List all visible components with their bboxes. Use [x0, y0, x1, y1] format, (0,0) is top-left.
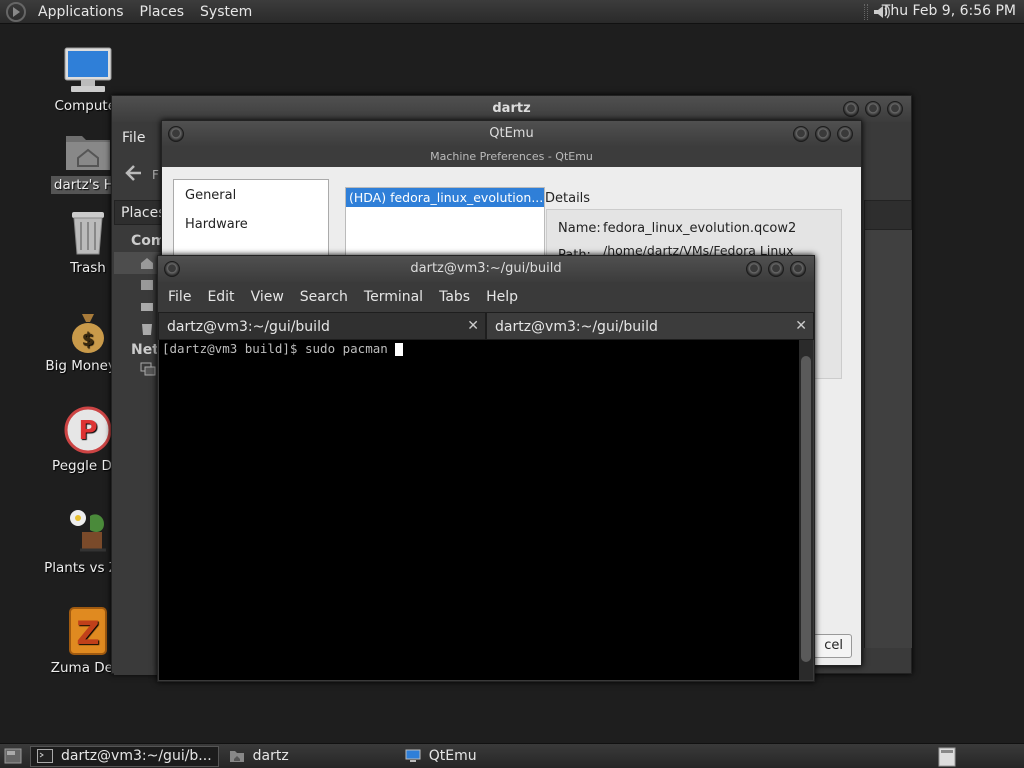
show-desktop-icon[interactable] — [4, 748, 22, 764]
places-menu[interactable]: Places — [132, 4, 193, 20]
terminal-tab-bar: dartz@vm3:~/gui/build ✕ dartz@vm3:~/gui/… — [158, 312, 814, 340]
trash-applet-icon[interactable] — [938, 747, 956, 767]
sidebar-section-computer: Comp — [131, 233, 176, 249]
terminal-tab-1[interactable]: dartz@vm3:~/gui/build ✕ — [158, 312, 486, 340]
taskbar-item-file-manager[interactable]: dartz — [223, 746, 295, 767]
file-manager-titlebar[interactable]: dartz — [112, 96, 911, 122]
sidebar-item-desktop[interactable] — [114, 274, 162, 296]
menu-view[interactable]: View — [243, 289, 292, 305]
applications-menu[interactable]: Applications — [30, 4, 132, 20]
close-button[interactable] — [887, 101, 903, 117]
qtemu-icon — [405, 749, 421, 762]
terminal-titlebar[interactable]: dartz@vm3:~/gui/build — [158, 256, 814, 282]
back-arrow-icon[interactable] — [122, 162, 144, 184]
terminal-window: dartz@vm3:~/gui/build File Edit View Sea… — [157, 255, 815, 682]
window-menu-button[interactable] — [168, 126, 184, 142]
drive-icon — [141, 303, 153, 311]
peggle-icon: P — [64, 406, 112, 454]
menu-terminal[interactable]: Terminal — [356, 289, 431, 305]
text-cursor — [395, 343, 404, 356]
minimize-button[interactable] — [746, 261, 762, 277]
nav-item-general[interactable]: General — [174, 180, 328, 203]
menu-help[interactable]: Help — [478, 289, 526, 305]
taskbar-item-terminal[interactable]: dartz@vm3:~/gui/b... — [30, 745, 219, 767]
menu-file[interactable]: File — [160, 289, 199, 305]
window-title: QtEmu — [489, 126, 534, 141]
trash-icon — [72, 212, 104, 255]
task-label: dartz — [252, 748, 289, 764]
tab-label: dartz@vm3:~/gui/build — [495, 319, 658, 335]
sidebar-item-network[interactable] — [114, 358, 162, 380]
sidebar-section-network: Netw — [131, 342, 172, 358]
network-icon — [140, 362, 156, 376]
sidebar-item-filesystem[interactable] — [114, 296, 162, 318]
maximize-button[interactable] — [768, 261, 784, 277]
home-icon — [141, 258, 153, 269]
tab-label: dartz@vm3:~/gui/build — [167, 319, 330, 335]
terminal-output[interactable]: [dartz@vm3 build]$ sudo pacman — [159, 340, 801, 680]
toolbar-area — [864, 200, 912, 230]
scrollbar-thumb[interactable] — [801, 356, 811, 662]
trash-icon — [142, 324, 152, 335]
sidebar-header: Places — [121, 205, 166, 221]
sidebar-item-home[interactable] — [114, 252, 162, 274]
sidebar-item-trash[interactable] — [114, 318, 162, 340]
window-menu-button[interactable] — [164, 261, 180, 277]
folder-icon — [141, 280, 153, 290]
clock[interactable]: Thu Feb 9, 6:56 PM — [882, 3, 1016, 19]
svg-text:$: $ — [82, 329, 95, 350]
terminal-tab-2[interactable]: dartz@vm3:~/gui/build ✕ — [486, 312, 814, 340]
name-value: fedora_linux_evolution.qcow2 — [603, 221, 797, 236]
terminal-icon — [37, 749, 53, 763]
bottom-panel: dartz@vm3:~/gui/b... dartz QtEmu — [0, 743, 1024, 768]
dialog-subtitle: Machine Preferences - QtEmu — [162, 147, 861, 167]
minimize-button[interactable] — [843, 101, 859, 117]
plants-vs-zombies-icon — [70, 510, 106, 552]
desktop-icon-label: Trash — [70, 260, 106, 276]
drive-list-item[interactable]: (HDA) fedora_linux_evolution.... — [346, 188, 544, 207]
folder-icon — [229, 751, 244, 762]
sidebar-places-dropdown[interactable]: Places — [114, 200, 166, 225]
window-title: dartz@vm3:~/gui/build — [410, 261, 562, 276]
close-button[interactable] — [837, 126, 853, 142]
system-menu[interactable]: System — [192, 4, 260, 20]
close-button[interactable] — [790, 261, 806, 277]
menu-search[interactable]: Search — [292, 289, 356, 305]
taskbar-item-qtemu[interactable]: QtEmu — [399, 746, 483, 767]
svg-text:Z: Z — [76, 614, 99, 652]
top-panel: Applications Places System Thu Feb 9, 6:… — [0, 0, 1024, 24]
zuma-icon: Z — [69, 607, 107, 655]
maximize-button[interactable] — [865, 101, 881, 117]
maximize-button[interactable] — [815, 126, 831, 142]
panel-grip — [864, 4, 868, 20]
minimize-button[interactable] — [793, 126, 809, 142]
terminal-scrollbar[interactable] — [799, 340, 813, 680]
close-tab-icon[interactable]: ✕ — [795, 318, 807, 334]
task-label: QtEmu — [428, 748, 477, 764]
terminal-menubar: File Edit View Search Terminal Tabs Help — [158, 282, 814, 312]
details-header: Details — [545, 191, 591, 206]
terminal-prompt-line: [dartz@vm3 build]$ sudo pacman — [162, 341, 396, 356]
pathbar-button[interactable]: F — [152, 168, 159, 182]
money-bag-icon: $ — [72, 314, 104, 353]
menu-edit[interactable]: Edit — [199, 289, 242, 305]
qtemu-titlebar[interactable]: QtEmu — [162, 121, 861, 147]
close-tab-icon[interactable]: ✕ — [467, 318, 479, 334]
computer-icon — [64, 47, 112, 92]
menu-tabs[interactable]: Tabs — [431, 289, 478, 305]
svg-text:P: P — [78, 416, 97, 446]
sidebar: Comp Netw — [114, 227, 176, 675]
home-folder-icon — [66, 136, 110, 170]
window-title: dartz — [492, 101, 531, 116]
menu-file[interactable]: File — [122, 130, 145, 146]
content-area — [864, 230, 912, 648]
distro-logo-icon[interactable] — [6, 1, 26, 22]
nav-item-hardware[interactable]: Hardware — [174, 203, 328, 232]
task-label: dartz@vm3:~/gui/b... — [61, 748, 212, 764]
name-label: Name: — [558, 221, 601, 236]
